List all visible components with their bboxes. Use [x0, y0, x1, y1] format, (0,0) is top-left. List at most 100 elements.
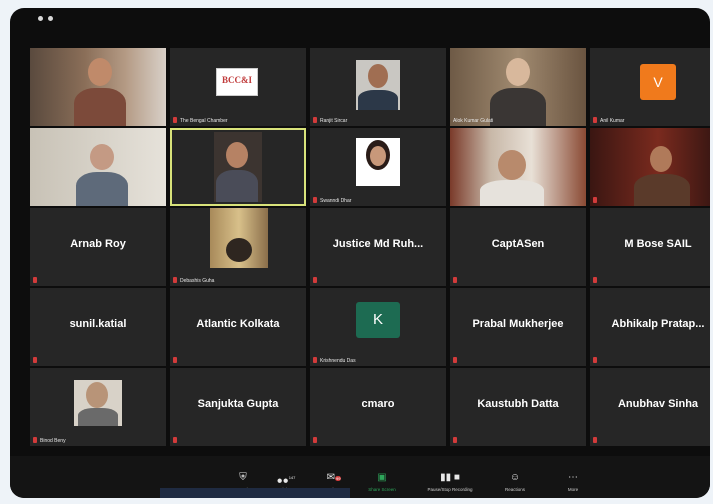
- video-tile[interactable]: Debashis Guha: [170, 208, 306, 286]
- participant-name: Kaustubh Datta: [477, 398, 559, 410]
- os-taskbar: [160, 488, 350, 498]
- video-tile[interactable]: cmaro: [310, 368, 446, 446]
- reactions-button[interactable]: ☺ Reactions: [498, 472, 532, 493]
- tile-name: Krishnendu Das: [320, 358, 356, 364]
- participant-face: [368, 64, 388, 88]
- video-tile[interactable]: Abhikalp Pratap...: [590, 288, 710, 366]
- reactions-icon: ☺: [509, 472, 521, 483]
- participant-face: [650, 146, 672, 172]
- avatar: V: [640, 64, 676, 100]
- participants-count: 147: [288, 475, 296, 480]
- video-tile[interactable]: [450, 128, 586, 206]
- participant-name: Anubhav Sinha: [617, 398, 699, 410]
- chat-badge: 99: [334, 476, 342, 481]
- mic-muted-icon: [33, 437, 37, 443]
- participant-body: [76, 172, 128, 206]
- participant-face: [88, 58, 112, 86]
- meeting-toolbar: ⛨ Security ●●147 Participants ✉99 Chat ▣…: [10, 456, 710, 498]
- active-speaker-tile[interactable]: [170, 128, 306, 206]
- video-tile[interactable]: Atlantic Kolkata: [170, 288, 306, 366]
- participant-face: [370, 146, 386, 166]
- pause-stop-icon: ▮▮ ■: [440, 472, 460, 483]
- mic-muted-icon: [453, 437, 457, 443]
- participant-name: M Bose SAIL: [624, 238, 692, 250]
- participants-icon: ●●147: [276, 475, 296, 487]
- chat-icon: ✉99: [326, 472, 342, 483]
- participant-name: Atlantic Kolkata: [196, 318, 280, 330]
- participant-body: [490, 88, 546, 126]
- video-tile[interactable]: Anubhav Sinha: [590, 368, 710, 446]
- more-label: More: [567, 487, 579, 492]
- shield-icon: ⛨: [239, 472, 247, 483]
- video-tile[interactable]: Justice Md Ruh...: [310, 208, 446, 286]
- share-screen-icon: ▣: [377, 472, 387, 483]
- mic-muted-icon: [313, 437, 317, 443]
- tile-name: The Bengal Chamber: [180, 118, 228, 124]
- bcci-logo: BCC&I: [216, 68, 258, 96]
- mic-muted-icon: [173, 277, 177, 283]
- participant-body: [480, 180, 544, 206]
- mic-muted-icon: [33, 277, 37, 283]
- more-button[interactable]: ⋯ More: [560, 472, 586, 493]
- tile-name: Debashis Guha: [180, 278, 215, 284]
- video-tile[interactable]: Sanjukta Gupta: [170, 368, 306, 446]
- mic-muted-icon: [453, 357, 457, 363]
- participant-face: [498, 150, 526, 180]
- participant-face: [86, 382, 108, 408]
- participant-face: [226, 142, 248, 168]
- record-button[interactable]: ▮▮ ■ Pause/Stop Recording: [422, 472, 478, 493]
- mic-muted-icon: [173, 117, 177, 123]
- video-tile[interactable]: K Krishnendu Das: [310, 288, 446, 366]
- share-screen-button[interactable]: ▣ Share Screen: [365, 472, 399, 493]
- video-tile[interactable]: [30, 48, 166, 126]
- video-tile[interactable]: CaptASen: [450, 208, 586, 286]
- participant-name: Abhikalp Pratap...: [611, 318, 705, 330]
- video-tile[interactable]: [590, 128, 710, 206]
- tile-name: Alok Kumar Gulati: [453, 118, 494, 124]
- tile-name: Anil Kumar: [600, 118, 625, 124]
- mic-muted-icon: [313, 197, 317, 203]
- mic-muted-icon: [313, 117, 317, 123]
- video-tile[interactable]: Ranjit Sircar: [310, 48, 446, 126]
- video-tile[interactable]: [30, 128, 166, 206]
- video-tile[interactable]: Alok Kumar Gulati: [450, 48, 586, 126]
- logo-text: BCC&I: [221, 75, 252, 85]
- participant-head: [226, 238, 252, 262]
- avatar-initial: K: [372, 311, 383, 328]
- participant-body: [216, 170, 258, 202]
- video-tile[interactable]: sunil.katial: [30, 288, 166, 366]
- participant-name: CaptASen: [491, 238, 545, 250]
- video-tile[interactable]: Arnab Roy: [30, 208, 166, 286]
- participant-body: [78, 408, 118, 426]
- participant-name: Arnab Roy: [70, 238, 126, 250]
- tile-name: Ranjit Sircar: [320, 118, 348, 124]
- mic-muted-icon: [593, 357, 597, 363]
- participant-face: [506, 58, 530, 86]
- more-icon: ⋯: [568, 472, 578, 483]
- participant-name: cmaro: [361, 398, 395, 410]
- video-tile[interactable]: M Bose SAIL: [590, 208, 710, 286]
- record-label: Pause/Stop Recording: [427, 487, 473, 492]
- video-tile[interactable]: Kaustubh Datta: [450, 368, 586, 446]
- mic-muted-icon: [173, 357, 177, 363]
- mic-muted-icon: [593, 117, 597, 123]
- video-tile[interactable]: BCC&I The Bengal Chamber: [170, 48, 306, 126]
- participant-name: sunil.katial: [69, 318, 127, 330]
- window-dot-icon[interactable]: [38, 16, 43, 21]
- mic-muted-icon: [33, 357, 37, 363]
- participant-body: [74, 88, 126, 126]
- participant-face: [90, 144, 114, 170]
- participant-name: Justice Md Ruh...: [332, 238, 424, 250]
- video-tile[interactable]: Swanndi Dhar: [310, 128, 446, 206]
- mic-muted-icon: [313, 357, 317, 363]
- zoom-window: BCC&I The Bengal Chamber Ranjit Sircar A…: [10, 8, 710, 498]
- window-dot-icon[interactable]: [48, 16, 53, 21]
- video-tile[interactable]: Binod Beny: [30, 368, 166, 446]
- mic-muted-icon: [593, 277, 597, 283]
- participant-body: [358, 90, 398, 110]
- video-tile[interactable]: V Anil Kumar: [590, 48, 710, 126]
- avatar: K: [356, 302, 400, 338]
- mic-muted-icon: [593, 197, 597, 203]
- video-tile[interactable]: Prabal Mukherjee: [450, 288, 586, 366]
- participant-body: [634, 174, 690, 206]
